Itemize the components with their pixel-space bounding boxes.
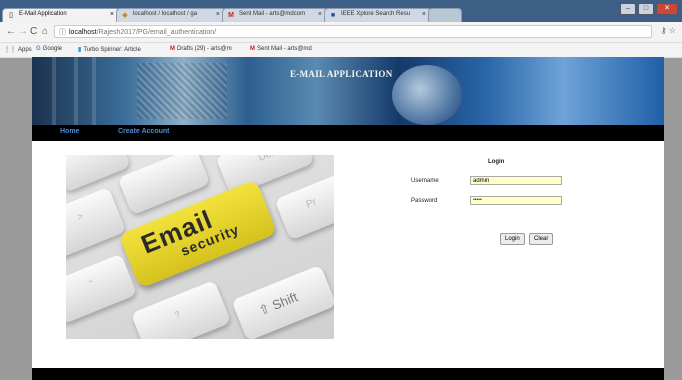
password-label: Password	[411, 198, 438, 204]
info-icon: ⓘ	[59, 29, 66, 36]
clear-button[interactable]: Clear	[529, 233, 554, 245]
key-label: >	[75, 210, 86, 224]
key-label: ?	[172, 309, 183, 322]
tab-label: localhost / localhost / ga	[133, 11, 198, 17]
google-icon: G	[36, 46, 41, 52]
key-label: “	[88, 278, 96, 290]
web-page: E-MAIL APPLICATION Home Create Account D…	[32, 57, 664, 380]
tab-localhost[interactable]: ◆ localhost / localhost / ga ×	[116, 8, 226, 22]
close-icon[interactable]: ×	[216, 11, 220, 18]
email-security-image: Del Pr > “ ? Email security ⇧ Shift	[66, 155, 334, 339]
banner-title: E-MAIL APPLICATION	[290, 69, 393, 79]
header-banner: E-MAIL APPLICATION	[32, 57, 664, 125]
keyboard-key-pr: Pr	[274, 173, 334, 241]
gmail-icon: M	[228, 12, 234, 19]
gmail-icon: M	[170, 46, 175, 52]
nav-home-link[interactable]: Home	[60, 128, 79, 135]
bookmarks-bar: ⋮⋮ Apps G Google ▮ Turbo Spinner: Article M…	[0, 43, 682, 58]
key-and-star-icons[interactable]: ⚷ ☆	[661, 26, 676, 35]
banner-decoration	[74, 57, 78, 125]
password-input[interactable]: •••••	[470, 196, 562, 205]
login-button[interactable]: Login	[500, 233, 525, 245]
window-controls: – □ ✕	[618, 3, 678, 15]
new-tab-button[interactable]	[428, 8, 462, 22]
keyboard-key-question: ?	[130, 279, 232, 339]
url-input[interactable]: ⓘ localhost/Rajesh2017/PG/email_authentic…	[54, 25, 652, 38]
username-label: Username	[411, 178, 439, 184]
tab-label: IEEE Xplore Search Resu	[341, 11, 411, 17]
bookmark-label: Google	[42, 46, 63, 52]
nav-create-account-link[interactable]: Create Account	[118, 128, 169, 135]
banner-decoration	[92, 57, 96, 125]
globe-image	[392, 65, 462, 125]
phpmyadmin-icon: ◆	[122, 12, 128, 19]
bookmark-label: Sent Mail - arts@md	[257, 46, 312, 52]
key-label: Del	[256, 155, 276, 164]
tab-bar: ▯ E-Mail Application × ◆ localhost / loc…	[0, 0, 682, 22]
key-label: Pr	[304, 196, 319, 211]
tab-ieee-xplore[interactable]: ■ IEEE Xplore Search Resu ×	[324, 8, 432, 22]
close-icon[interactable]: ×	[110, 11, 114, 18]
shift-key: ⇧ Shift	[231, 264, 334, 339]
bookmark-turbo-spinner[interactable]: ▮ Turbo Spinner: Article	[78, 46, 141, 53]
banner-decoration	[52, 57, 56, 125]
tab-email-application[interactable]: ▯ E-Mail Application ×	[2, 8, 120, 22]
keyboard-key-quote: “	[66, 253, 138, 325]
bookmark-sent-mail[interactable]: M Sent Mail - arts@md	[250, 46, 312, 52]
ieee-icon: ■	[330, 12, 336, 19]
forward-arrow-icon[interactable]: →	[18, 26, 28, 37]
tab-label: E-Mail Application	[19, 11, 67, 17]
tab-label: Sent Mail - arts@mdcom	[239, 11, 306, 17]
shift-label: ⇧ Shift	[256, 289, 300, 319]
login-title: Login	[488, 159, 505, 165]
shift-text: Shift	[269, 289, 300, 313]
nav-bar: Home Create Account	[32, 125, 664, 141]
bookmark-label: Apps	[18, 47, 32, 53]
maximize-icon[interactable]: □	[638, 3, 654, 15]
footer-bar	[32, 368, 664, 380]
page-icon: ▯	[9, 12, 13, 19]
minimize-icon[interactable]: –	[620, 3, 636, 15]
login-form: Login Username Password ••••• Login Clea…	[408, 157, 568, 257]
bookmark-apps[interactable]: ⋮⋮ Apps	[4, 46, 32, 53]
url-host: localhost	[69, 29, 97, 36]
gmail-icon: M	[250, 46, 255, 52]
turbo-spinner-icon: ▮	[78, 47, 82, 53]
bookmark-drafts[interactable]: M Drafts (29) - arts@m	[170, 46, 232, 52]
keyboard-key-bracket: >	[66, 186, 127, 260]
address-bar-row: ← → C ⌂ ⓘ localhost/Rajesh2017/PG/email_a…	[0, 22, 682, 43]
circuit-board-image	[137, 63, 227, 119]
bookmark-label: Drafts (29) - arts@m	[177, 46, 232, 52]
close-window-icon[interactable]: ✕	[656, 3, 678, 15]
apps-grid-icon: ⋮⋮	[4, 47, 16, 53]
back-arrow-icon[interactable]: ←	[6, 26, 16, 37]
close-icon[interactable]: ×	[318, 11, 322, 18]
url-path: /Rajesh2017/PG/email_authentication/	[96, 29, 217, 36]
tab-sent-mail[interactable]: M Sent Mail - arts@mdcom ×	[222, 8, 328, 22]
home-icon[interactable]: ⌂	[42, 26, 48, 37]
bookmark-google[interactable]: G Google	[36, 46, 62, 52]
close-icon[interactable]: ×	[422, 11, 426, 18]
username-input[interactable]	[470, 176, 562, 185]
reload-icon[interactable]: C	[30, 26, 37, 37]
bookmark-label: Turbo Spinner: Article	[83, 47, 141, 53]
